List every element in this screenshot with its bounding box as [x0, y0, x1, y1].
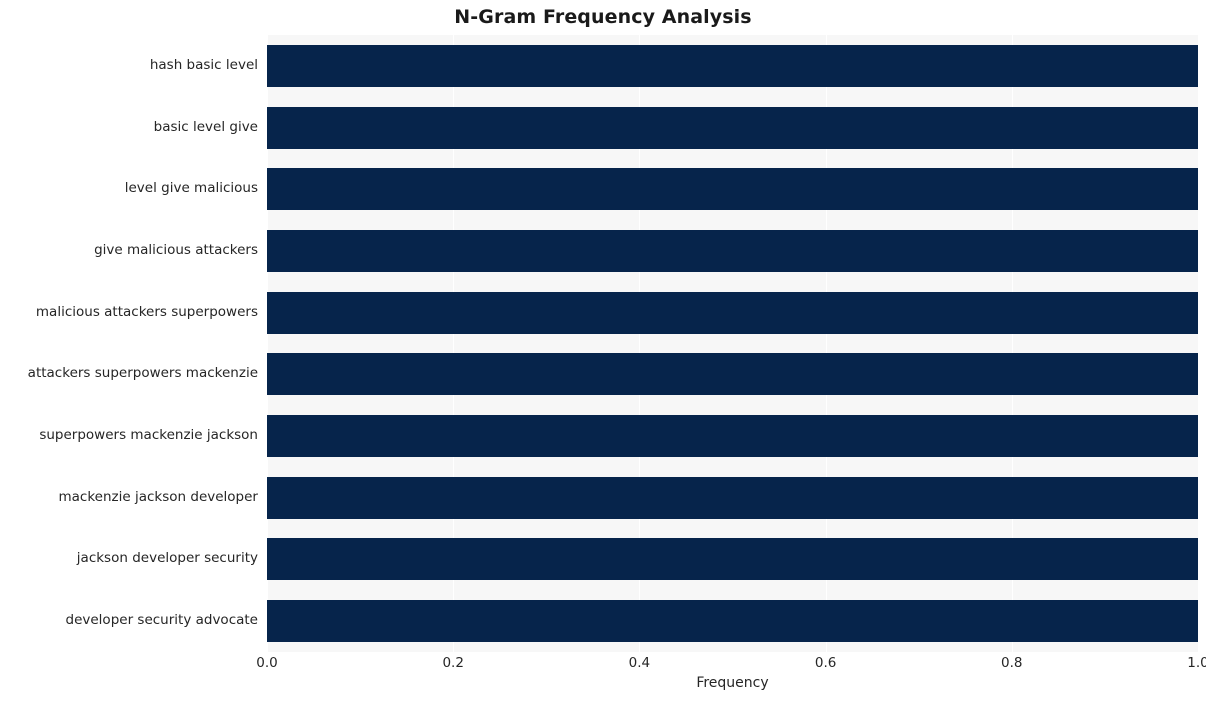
x-tick-label: 0.6 [814, 655, 837, 671]
y-tick-label: superpowers mackenzie jackson [39, 427, 258, 444]
y-tick-label: level give malicious [124, 180, 258, 197]
bar [267, 415, 1198, 458]
bar [267, 538, 1198, 581]
bar [267, 168, 1198, 211]
y-axis-tick-labels: hash basic level basic level give level gi… [0, 35, 258, 652]
x-axis-tick-labels: 0.0 0.2 0.4 0.6 0.8 1.0 [256, 655, 1206, 675]
chart-title: N-Gram Frequency Analysis [454, 6, 752, 28]
bar-row [267, 415, 1198, 458]
x-tick-label: 0.8 [1001, 655, 1023, 671]
x-tick-label: 0.2 [442, 655, 464, 671]
y-tick-label: mackenzie jackson developer [58, 488, 259, 505]
bar [267, 44, 1198, 87]
bar-row [267, 291, 1198, 334]
bar-row [267, 229, 1198, 272]
bar-row [267, 476, 1198, 519]
x-tick-label: 0.0 [256, 655, 278, 671]
bar [267, 229, 1198, 272]
bar [267, 600, 1198, 643]
x-tick-label: 1.0 [1187, 655, 1206, 671]
bar-row [267, 106, 1198, 149]
bar-row [267, 44, 1198, 87]
chart-figure: N-Gram Frequency Analysis hash basic lev… [0, 0, 1206, 701]
y-tick-label: malicious attackers superpowers [35, 303, 258, 320]
y-tick-label: basic level give [153, 118, 258, 135]
bar-row [267, 353, 1198, 396]
bar [267, 291, 1198, 334]
bar-row [267, 168, 1198, 211]
plot-area [267, 35, 1198, 652]
bar [267, 353, 1198, 396]
bar [267, 106, 1198, 149]
bar [267, 476, 1198, 519]
y-tick-label: jackson developer security [76, 550, 258, 567]
bar-row [267, 600, 1198, 643]
bar-row [267, 538, 1198, 581]
y-tick-label: hash basic level [149, 56, 258, 73]
x-axis-title: Frequency [696, 675, 769, 691]
x-tick-label: 0.4 [628, 655, 651, 671]
y-tick-label: developer security advocate [65, 612, 258, 629]
y-tick-label: attackers superpowers mackenzie [27, 365, 258, 382]
bar-series [267, 35, 1198, 652]
y-tick-label: give malicious attackers [94, 241, 258, 258]
